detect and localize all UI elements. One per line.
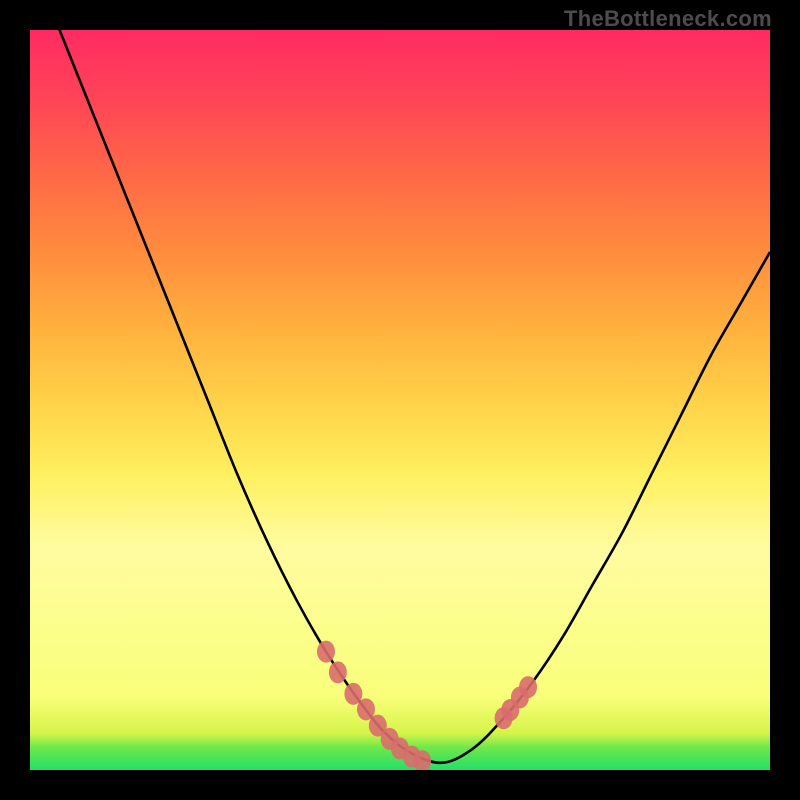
markers-left <box>317 641 431 770</box>
marker-dot <box>329 661 347 683</box>
marker-dot <box>519 676 537 698</box>
chart-frame: TheBottleneck.com <box>0 0 800 800</box>
watermark-text: TheBottleneck.com <box>564 6 772 32</box>
markers-right <box>495 676 537 729</box>
marker-dot <box>317 641 335 663</box>
plot-area <box>30 30 770 770</box>
marker-layer <box>30 30 770 770</box>
